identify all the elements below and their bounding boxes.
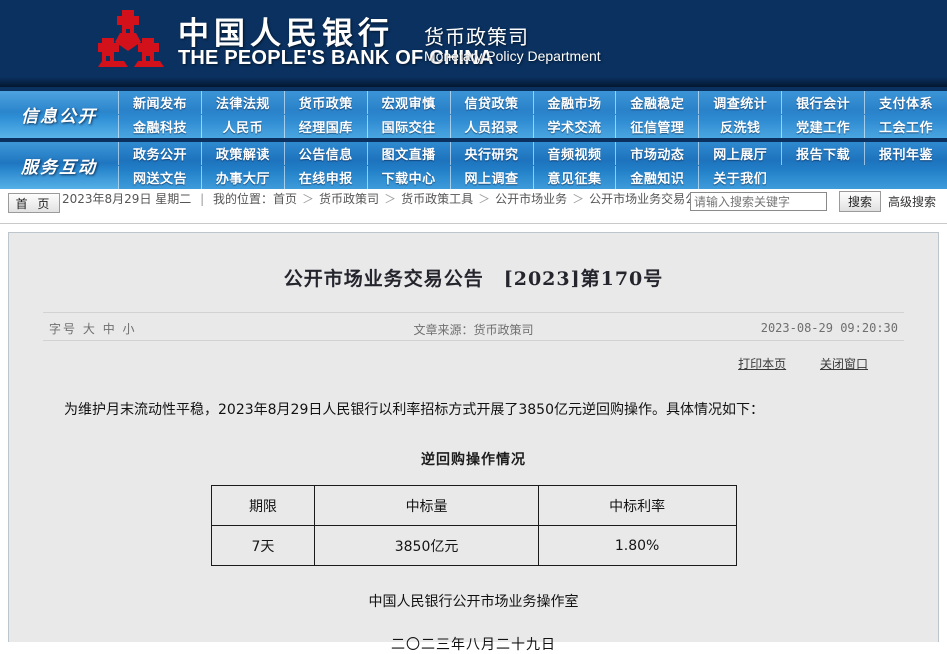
nav-item-payment-system[interactable]: 支付体系 — [864, 91, 947, 114]
nav-item-union-work[interactable]: 工会工作 — [864, 115, 947, 138]
breadcrumb-link-home[interactable]: 首页 — [273, 192, 297, 206]
search-input[interactable] — [690, 192, 827, 211]
nav-item-audio-video[interactable]: 音频视频 — [533, 142, 616, 165]
site-banner: 中国人民银行 THE PEOPLE'S BANK OF CHINA 货币政策司 … — [0, 0, 947, 87]
nav-item-monetary-policy[interactable]: 货币政策 — [284, 91, 367, 114]
column-header-term: 期限 — [211, 486, 315, 526]
home-button[interactable]: 首 页 — [8, 193, 60, 213]
nav-item-rmb[interactable]: 人民币 — [201, 115, 284, 138]
nav-item-empty-1 — [781, 166, 864, 189]
nav-item-laws[interactable]: 法律法规 — [201, 91, 284, 114]
pboc-logo-icon — [92, 8, 164, 70]
nav-item-bank-accounting[interactable]: 银行会计 — [781, 91, 864, 114]
nav-item-international[interactable]: 国际交往 — [367, 115, 450, 138]
print-page-link[interactable]: 打印本页 — [738, 357, 786, 371]
advanced-search-link[interactable]: 高级搜索 — [888, 193, 936, 210]
nav-item-financial-stability[interactable]: 金融稳定 — [615, 91, 698, 114]
nav-item-fintech[interactable]: 金融科技 — [118, 115, 201, 138]
cell-volume: 3850亿元 — [315, 526, 538, 566]
nav-items-services: 政务公开 政策解读 公告信息 图文直播 央行研究 音频视频 市场动态 网上展厅 … — [118, 142, 947, 189]
publish-timestamp: 2023-08-29 09:20:30 — [761, 321, 898, 335]
nav-item-announcements[interactable]: 公告信息 — [284, 142, 367, 165]
nav-item-macroprudential[interactable]: 宏观审慎 — [367, 91, 450, 114]
department-name-en: Monetary Policy Department — [424, 48, 601, 64]
breadcrumb-sep-1: ＞ — [297, 192, 319, 206]
location-label: 我的位置： — [213, 192, 273, 206]
breadcrumb-divider: | — [195, 192, 209, 206]
document-actions: 打印本页 关闭窗口 — [9, 355, 868, 372]
nav-item-document-delivery[interactable]: 网送文告 — [118, 166, 201, 189]
nav-item-financial-knowledge[interactable]: 金融知识 — [615, 166, 698, 189]
nav-item-online-exhibition[interactable]: 网上展厅 — [698, 142, 781, 165]
breadcrumb-sep-4: ＞ — [567, 192, 589, 206]
current-weekday: 星期二 — [155, 192, 191, 206]
nav-item-live-broadcast[interactable]: 图文直播 — [367, 142, 450, 165]
nav-item-government-affairs[interactable]: 政务公开 — [118, 142, 201, 165]
column-header-volume: 中标量 — [315, 486, 538, 526]
nav-item-academic[interactable]: 学术交流 — [533, 115, 616, 138]
document-body-paragraph: 为维护月末流动性平稳，2023年8月29日人民银行以利率招标方式开展了3850亿… — [64, 397, 883, 423]
nav-item-anti-money-laundering[interactable]: 反洗钱 — [698, 115, 781, 138]
table-row: 7天 3850亿元 1.80% — [211, 526, 736, 566]
page-title: 公开市场业务交易公告 [2023]第170号 — [9, 264, 938, 291]
nav-item-market-trends[interactable]: 市场动态 — [615, 142, 698, 165]
nav-item-empty-2 — [864, 166, 947, 189]
nav-item-survey-statistics[interactable]: 调查统计 — [698, 91, 781, 114]
breadcrumb-bar: 首 页 2023年8月29日 星期二 | 我的位置：首页＞货币政策司＞货币政策工… — [0, 189, 947, 224]
nav-item-recruitment[interactable]: 人员招录 — [450, 115, 533, 138]
nav-item-feedback[interactable]: 意见征集 — [533, 166, 616, 189]
nav-item-financial-market[interactable]: 金融市场 — [533, 91, 616, 114]
nav-item-service-hall[interactable]: 办事大厅 — [201, 166, 284, 189]
nav-item-treasury[interactable]: 经理国库 — [284, 115, 367, 138]
nav-item-download-center[interactable]: 下载中心 — [367, 166, 450, 189]
table-title: 逆回购操作情况 — [9, 449, 938, 469]
nav-item-credit-reference[interactable]: 征信管理 — [615, 115, 698, 138]
nav-item-online-declaration[interactable]: 在线申报 — [284, 166, 367, 189]
nav-item-about-us[interactable]: 关于我们 — [698, 166, 781, 189]
column-header-rate: 中标利率 — [538, 486, 736, 526]
cell-rate: 1.80% — [538, 526, 736, 566]
nav-item-party-building[interactable]: 党建工作 — [781, 115, 864, 138]
signature-office: 中国人民银行公开市场业务操作室 — [9, 591, 938, 611]
signature-date: 二〇二三年八月二十九日 — [9, 634, 938, 654]
nav-group-title-services[interactable]: 服务互动 — [0, 142, 118, 189]
breadcrumb-sep-2: ＞ — [379, 192, 401, 206]
department-name-cn: 货币政策司 — [424, 21, 529, 50]
document-panel: 公开市场业务交易公告 [2023]第170号 字号 大 中 小 文章来源：货币政… — [8, 232, 939, 642]
breadcrumb: 2023年8月29日 星期二 | 我的位置：首页＞货币政策司＞货币政策工具＞公开… — [62, 191, 752, 207]
table-header-row: 期限 中标量 中标利率 — [211, 486, 736, 526]
breadcrumb-sep-3: ＞ — [473, 192, 495, 206]
breadcrumb-link-mpd[interactable]: 货币政策司 — [319, 192, 379, 206]
nav-group-services: 服务互动 政务公开 政策解读 公告信息 图文直播 央行研究 音频视频 市场动态 … — [0, 142, 947, 189]
nav-items-information: 新闻发布 法律法规 货币政策 宏观审慎 信贷政策 金融市场 金融稳定 调查统计 … — [118, 91, 947, 138]
nav-item-credit-policy[interactable]: 信贷政策 — [450, 91, 533, 114]
breadcrumb-link-tools[interactable]: 货币政策工具 — [401, 192, 473, 206]
nav-item-policy-interpretation[interactable]: 政策解读 — [201, 142, 284, 165]
close-window-link[interactable]: 关闭窗口 — [820, 357, 868, 371]
reverse-repo-table: 期限 中标量 中标利率 7天 3850亿元 1.80% — [211, 485, 737, 566]
main-navigation: 信息公开 新闻发布 法律法规 货币政策 宏观审慎 信贷政策 金融市场 金融稳定 … — [0, 87, 947, 189]
current-date: 2023年8月29日 — [62, 192, 151, 206]
breadcrumb-link-omo[interactable]: 公开市场业务 — [495, 192, 567, 206]
nav-group-information: 信息公开 新闻发布 法律法规 货币政策 宏观审慎 信贷政策 金融市场 金融稳定 … — [0, 91, 947, 138]
nav-item-report-download[interactable]: 报告下载 — [781, 142, 864, 165]
nav-item-online-survey[interactable]: 网上调查 — [450, 166, 533, 189]
nav-group-title-information[interactable]: 信息公开 — [0, 91, 118, 138]
nav-item-news[interactable]: 新闻发布 — [118, 91, 201, 114]
search-button[interactable]: 搜索 — [839, 191, 881, 212]
nav-item-central-bank-research[interactable]: 央行研究 — [450, 142, 533, 165]
nav-item-yearbook[interactable]: 报刊年鉴 — [864, 142, 947, 165]
document-meta-row: 字号 大 中 小 文章来源：货币政策司 2023-08-29 09:20:30 — [43, 312, 904, 341]
cell-term: 7天 — [211, 526, 315, 566]
